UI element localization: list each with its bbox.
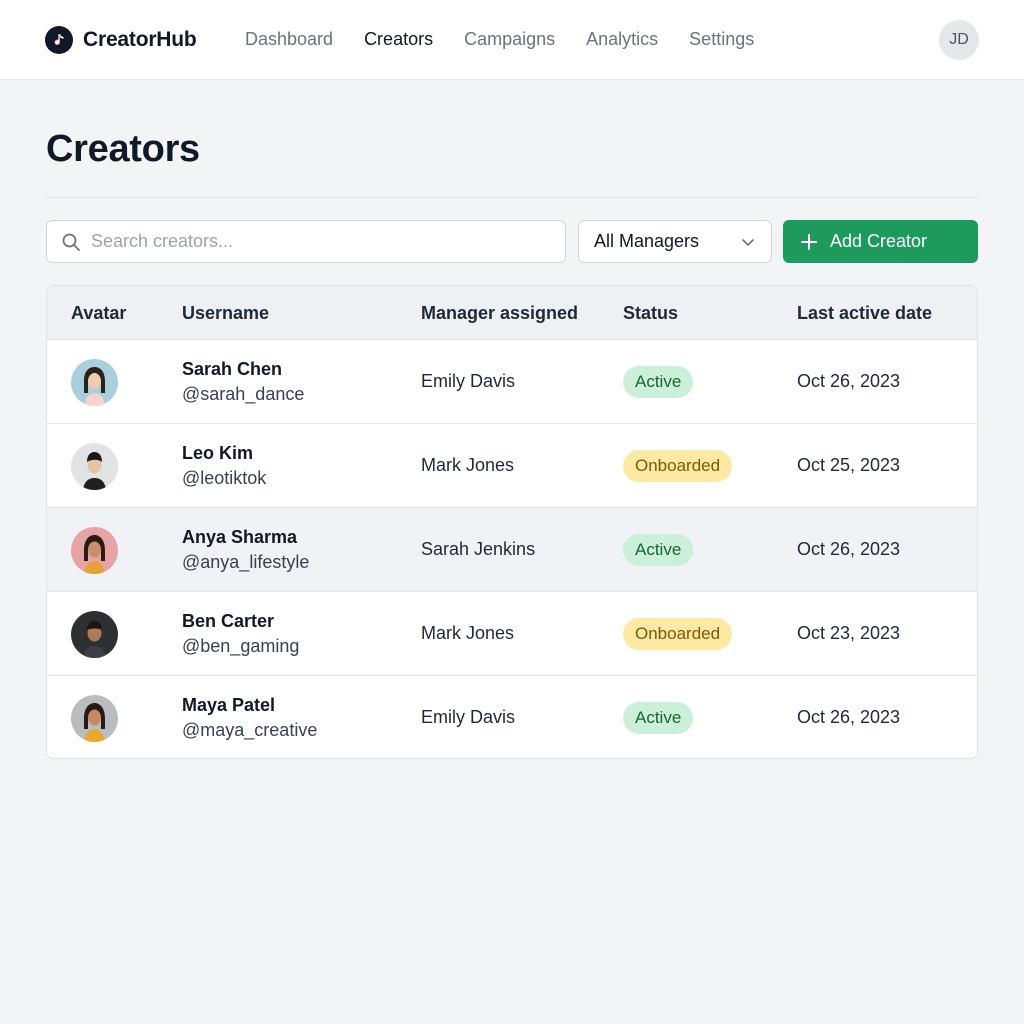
avatar[interactable] [71, 527, 118, 574]
last-active-date: Oct 26, 2023 [797, 371, 901, 391]
brand-name: CreatorHub [83, 28, 197, 51]
last-active-date: Oct 23, 2023 [797, 623, 901, 643]
creators-table: Avatar Username Manager assigned Status … [46, 285, 978, 759]
status-badge: Active [623, 366, 694, 398]
manager-filter-select[interactable]: All Managers [578, 220, 772, 263]
table-header: Avatar Username Manager assigned Status … [47, 286, 977, 340]
user-avatar[interactable]: JD [939, 20, 979, 60]
page-title: Creators [46, 128, 200, 170]
brand[interactable]: CreatorHub [45, 26, 197, 54]
creator-name[interactable]: Ben Carter [182, 611, 274, 632]
creator-handle: @anya_lifestyle [182, 552, 310, 572]
column-header-last-active[interactable]: Last active date [797, 303, 932, 324]
divider [46, 197, 978, 198]
nav-item-campaigns[interactable]: Campaigns [464, 29, 555, 50]
creator-handle: @sarah_dance [182, 384, 305, 404]
status-badge: Onboarded [623, 618, 733, 650]
manager-filter-value: All Managers [594, 231, 700, 251]
column-header-avatar[interactable]: Avatar [71, 303, 126, 324]
last-active-date: Oct 25, 2023 [797, 455, 901, 475]
manager-name: Mark Jones [421, 623, 515, 643]
column-header-status[interactable]: Status [623, 303, 678, 324]
creator-name[interactable]: Sarah Chen [182, 359, 282, 380]
nav-item-creators[interactable]: Creators [364, 29, 433, 50]
creator-handle: @ben_gaming [182, 636, 300, 656]
avatar[interactable] [71, 443, 118, 490]
manager-name: Mark Jones [421, 455, 515, 475]
status-badge: Onboarded [623, 450, 733, 482]
creator-handle: @maya_creative [182, 720, 318, 740]
creator-name[interactable]: Leo Kim [182, 443, 253, 464]
status-badge: Active [623, 534, 694, 566]
nav-item-dashboard[interactable]: Dashboard [245, 29, 333, 50]
table-row[interactable]: Leo Kim @leotiktok Mark Jones Onboarded … [47, 424, 977, 508]
avatar[interactable] [71, 359, 118, 406]
nav-item-analytics[interactable]: Analytics [586, 29, 658, 50]
table-row[interactable]: Maya Patel @maya_creative Emily Davis Ac… [47, 676, 977, 758]
column-header-manager[interactable]: Manager assigned [421, 303, 578, 324]
nav-item-settings[interactable]: Settings [689, 29, 754, 50]
table-row[interactable]: Ben Carter @ben_gaming Mark Jones Onboar… [47, 592, 977, 676]
search-box[interactable] [46, 220, 566, 263]
chevron-down-icon [742, 238, 754, 246]
manager-name: Emily Davis [421, 707, 516, 727]
table-row[interactable]: Anya Sharma @anya_lifestyle Sarah Jenkin… [47, 508, 977, 592]
table-row[interactable]: Sarah Chen @sarah_dance Emily Davis Acti… [47, 340, 977, 424]
manager-name: Sarah Jenkins [421, 539, 536, 559]
last-active-date: Oct 26, 2023 [797, 707, 901, 727]
creator-handle: @leotiktok [182, 468, 267, 488]
status-badge: Active [623, 702, 694, 734]
column-header-username[interactable]: Username [182, 303, 269, 324]
add-creator-button[interactable]: Add Creator [783, 220, 978, 263]
last-active-date: Oct 26, 2023 [797, 539, 901, 559]
manager-name: Emily Davis [421, 371, 516, 391]
main-nav: Dashboard Creators Campaigns Analytics S… [245, 29, 785, 50]
plus-icon [801, 233, 817, 250]
add-creator-label: Add Creator [830, 231, 928, 251]
avatar[interactable] [71, 695, 118, 742]
search-icon [62, 233, 80, 251]
top-nav-bar: CreatorHub Dashboard Creators Campaigns … [0, 0, 1024, 80]
music-note-icon [45, 26, 73, 54]
creator-name[interactable]: Maya Patel [182, 695, 275, 716]
search-input[interactable] [91, 231, 531, 252]
creator-name[interactable]: Anya Sharma [182, 527, 297, 548]
avatar[interactable] [71, 611, 118, 658]
